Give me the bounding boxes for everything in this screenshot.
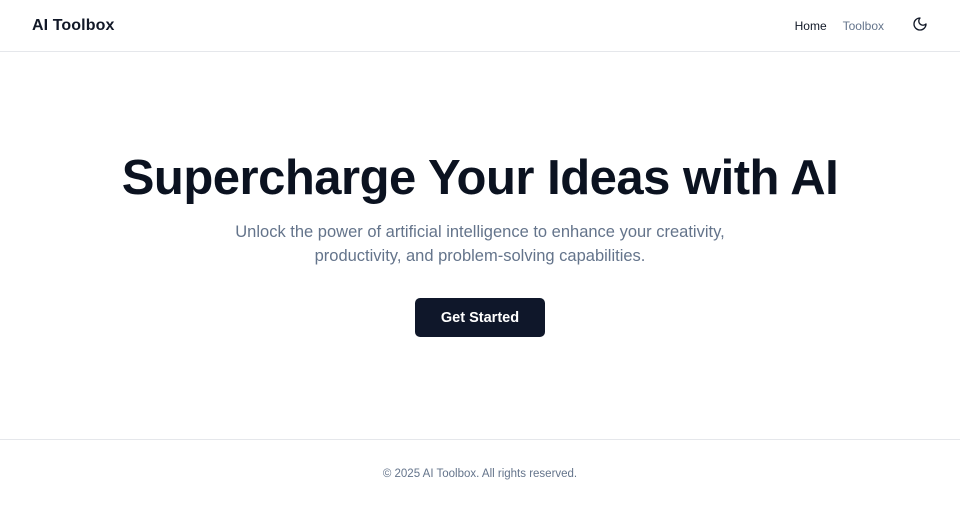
hero-title: Supercharge Your Ideas with AI: [121, 151, 839, 205]
moon-icon: [912, 16, 928, 35]
nav-link-toolbox[interactable]: Toolbox: [843, 19, 884, 33]
get-started-button[interactable]: Get Started: [415, 298, 545, 337]
site-header: AI Toolbox Home Toolbox: [0, 0, 960, 52]
hero-section: Supercharge Your Ideas with AI Unlock th…: [0, 52, 960, 439]
main-nav: Home Toolbox: [795, 0, 928, 51]
copyright-text: © 2025 AI Toolbox. All rights reserved.: [382, 467, 578, 480]
hero-subtitle: Unlock the power of artificial intellige…: [235, 223, 725, 265]
theme-toggle-button[interactable]: [906, 12, 934, 40]
site-footer: © 2025 AI Toolbox. All rights reserved.: [0, 439, 960, 507]
nav-link-home[interactable]: Home: [795, 19, 827, 33]
brand-logo[interactable]: AI Toolbox: [32, 17, 114, 35]
